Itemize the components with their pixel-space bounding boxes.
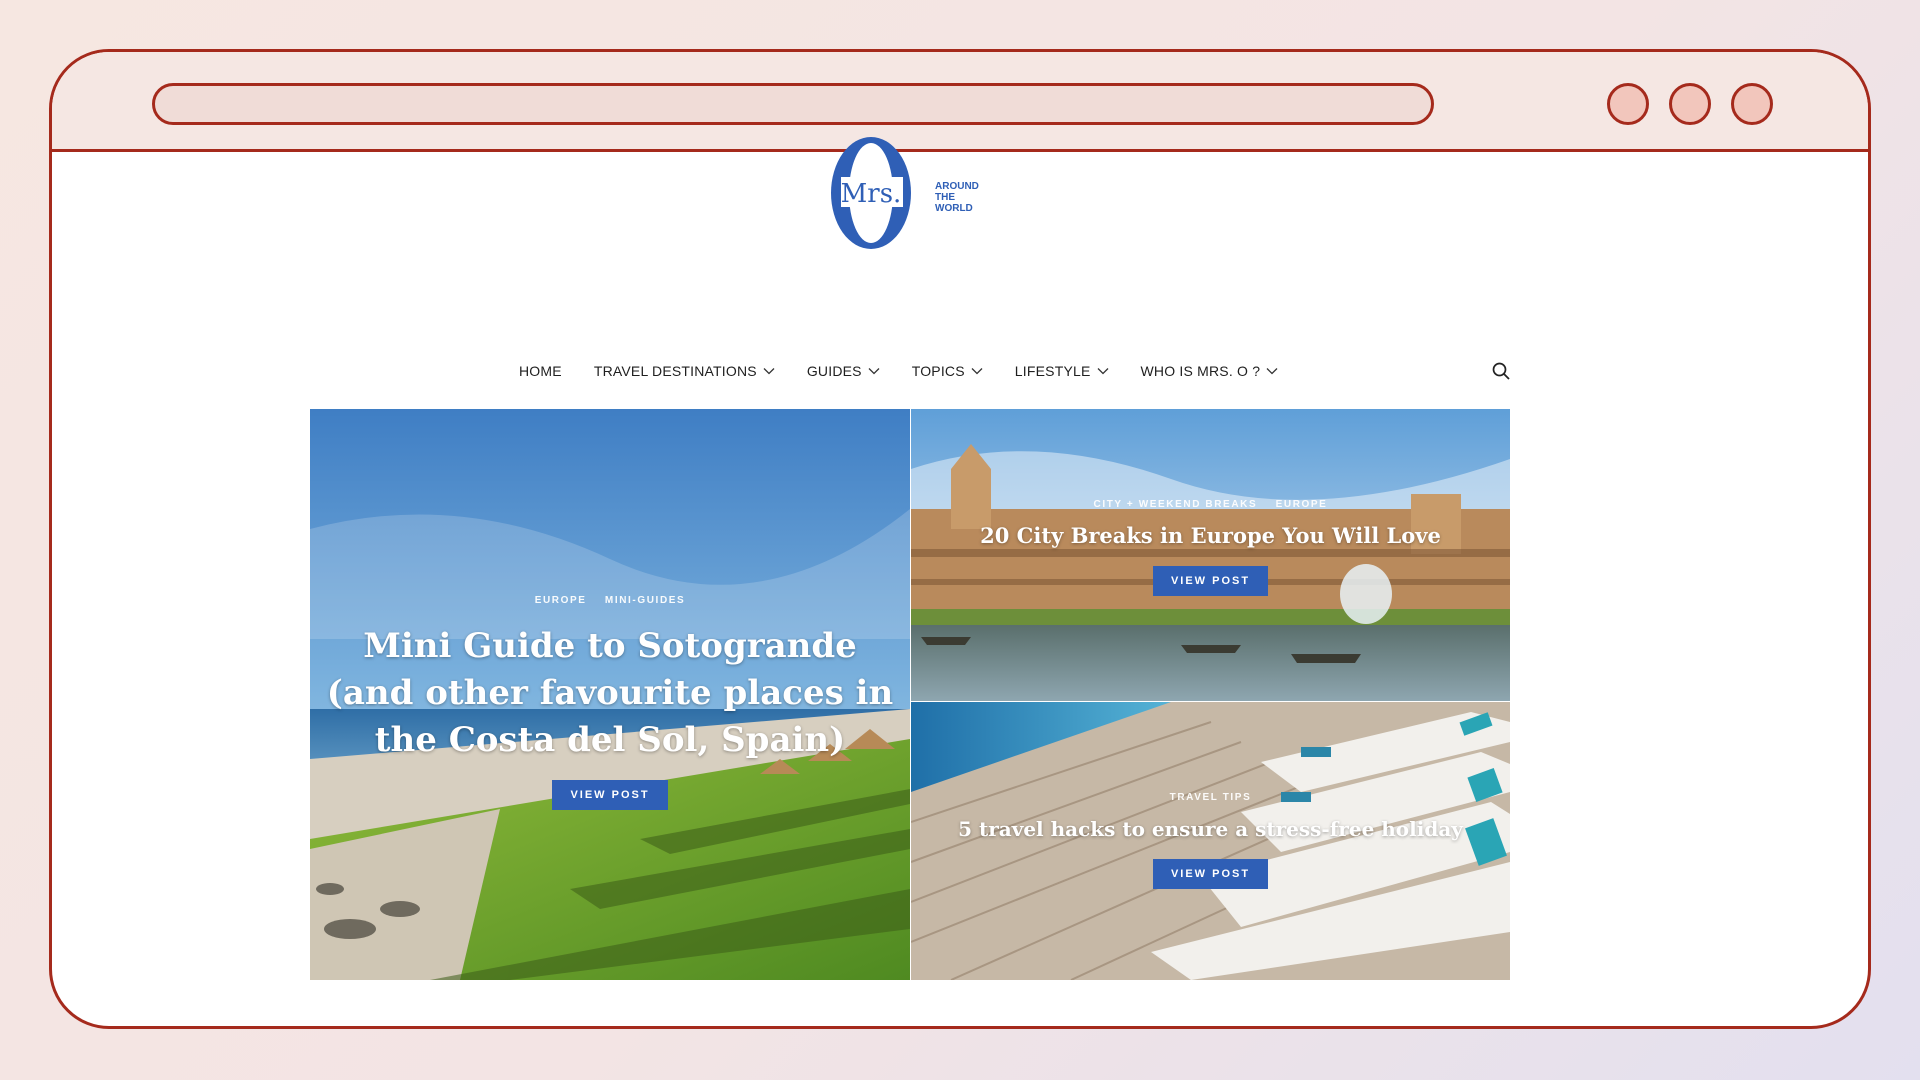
category-link[interactable]: TRAVEL TIPS <box>1170 792 1252 803</box>
main-nav: HOME TRAVEL DESTINATIONS GUIDES TOPICS L… <box>519 360 1310 382</box>
nav-label: TRAVEL DESTINATIONS <box>593 363 757 379</box>
post-card-travel-hacks[interactable]: TRAVEL TIPS 5 travel hacks to ensure a s… <box>911 702 1510 980</box>
nav-item-who-is-mrs-o[interactable]: WHO IS MRS. O ? <box>1141 363 1279 379</box>
window-control-3[interactable] <box>1731 83 1773 125</box>
chevron-down-icon <box>1097 368 1108 375</box>
post-title[interactable]: 20 City Breaks in Europe You Will Love <box>911 522 1510 550</box>
window-control-1[interactable] <box>1607 83 1649 125</box>
category-link[interactable]: EUROPE <box>1276 499 1328 510</box>
featured-posts-grid: EUROPE MINI-GUIDES Mini Guide to Sotogra… <box>310 409 1510 980</box>
category-link[interactable]: EUROPE <box>535 595 587 606</box>
post-title-line: (and other favourite places in <box>326 673 894 713</box>
post-title[interactable]: Mini Guide to Sotogrande (and other favo… <box>310 623 910 764</box>
site-logo[interactable]: Mrs. AROUND THE WORLD <box>819 131 1059 257</box>
featured-post-card[interactable]: EUROPE MINI-GUIDES Mini Guide to Sotogra… <box>310 409 910 980</box>
nav-item-travel-destinations[interactable]: TRAVEL DESTINATIONS <box>594 363 775 379</box>
post-categories: TRAVEL TIPS <box>911 792 1510 803</box>
view-post-button[interactable]: VIEW POST <box>1152 859 1269 889</box>
nav-label: WHO IS MRS. O ? <box>1140 363 1261 379</box>
nav-label: LIFESTYLE <box>1014 363 1091 379</box>
post-card-city-breaks[interactable]: CITY + WEEKEND BREAKS EUROPE 20 City Bre… <box>911 409 1510 701</box>
post-categories: EUROPE MINI-GUIDES <box>310 595 910 606</box>
nav-item-topics[interactable]: TOPICS <box>912 363 983 379</box>
post-title-line: the Costa del Sol, Spain) <box>374 720 846 760</box>
window-control-2[interactable] <box>1669 83 1711 125</box>
chevron-down-icon <box>971 368 983 375</box>
logo-tagline-2: THE <box>935 192 955 203</box>
featured-post-caption: EUROPE MINI-GUIDES Mini Guide to Sotogra… <box>310 595 910 810</box>
view-post-button[interactable]: VIEW POST <box>1152 566 1269 596</box>
nav-item-home[interactable]: HOME <box>519 363 562 379</box>
view-post-button[interactable]: VIEW POST <box>552 780 668 810</box>
logo-tagline-3: WORLD <box>935 203 973 214</box>
post-title[interactable]: 5 travel hacks to ensure a stress-free h… <box>911 815 1510 843</box>
post-title-line: Mini Guide to Sotogrande <box>363 626 857 666</box>
category-link[interactable]: CITY + WEEKEND BREAKS <box>1094 499 1258 510</box>
logo-mark: Mrs. AROUND THE WORLD <box>831 137 979 249</box>
nav-label: TOPICS <box>911 363 965 379</box>
nav-item-guides[interactable]: GUIDES <box>807 363 880 379</box>
city-breaks-caption: CITY + WEEKEND BREAKS EUROPE 20 City Bre… <box>911 499 1510 596</box>
chevron-down-icon <box>763 368 775 375</box>
search-icon[interactable] <box>1491 361 1511 381</box>
nav-label: GUIDES <box>806 363 862 379</box>
travel-hacks-caption: TRAVEL TIPS 5 travel hacks to ensure a s… <box>911 792 1510 889</box>
address-bar[interactable] <box>152 83 1434 125</box>
chevron-down-icon <box>868 368 880 375</box>
nav-label: HOME <box>519 363 562 379</box>
nav-item-lifestyle[interactable]: LIFESTYLE <box>1015 363 1109 379</box>
logo-tagline-1: AROUND <box>935 181 979 192</box>
post-categories: CITY + WEEKEND BREAKS EUROPE <box>911 499 1510 510</box>
category-link[interactable]: MINI-GUIDES <box>605 595 685 606</box>
logo-monogram: Mrs. <box>841 179 902 209</box>
chevron-down-icon <box>1266 368 1278 375</box>
